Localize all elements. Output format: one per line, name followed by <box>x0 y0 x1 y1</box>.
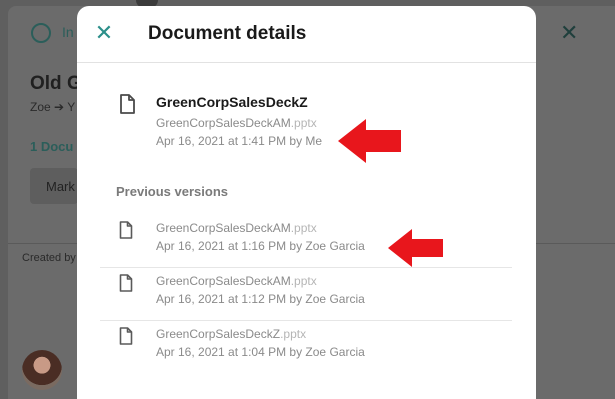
background-docs-link[interactable]: 1 Docu <box>30 139 73 154</box>
file-base: GreenCorpSalesDeckAM <box>156 274 291 288</box>
file-ext: .pptx <box>290 221 317 235</box>
arrow-annotation-icon <box>338 119 401 163</box>
current-document-name: GreenCorpSalesDeckZ <box>156 94 308 110</box>
arrow-annotation-icon <box>388 229 443 267</box>
current-file-name[interactable]: GreenCorpSalesDeckAM.pptx <box>156 116 317 130</box>
breadcrumb-arrow-icon: ➔ <box>54 100 65 114</box>
current-version-meta: Apr 16, 2021 at 1:41 PM by Me <box>156 134 323 148</box>
document-icon <box>119 327 133 345</box>
list-item[interactable]: GreenCorpSalesDeckAM.pptx Apr 16, 2021 a… <box>100 215 512 268</box>
version-meta: Apr 16, 2021 at 1:04 PM by Zoe Garcia <box>156 345 365 359</box>
background-header-label: In <box>62 24 74 40</box>
document-icon <box>119 94 135 114</box>
avatar[interactable] <box>22 350 62 390</box>
background-close-icon[interactable]: ✕ <box>560 20 578 46</box>
document-icon <box>119 221 133 239</box>
file-ext: .pptx <box>280 327 307 341</box>
modal-title: Document details <box>148 23 307 44</box>
status-circle-icon[interactable] <box>31 23 51 43</box>
breadcrumb-to: Y <box>67 100 76 114</box>
list-item[interactable]: GreenCorpSalesDeckZ.pptx Apr 16, 2021 at… <box>100 321 512 374</box>
file-base: GreenCorpSalesDeckAM <box>156 116 291 130</box>
background-mark-button[interactable]: Mark <box>30 168 78 204</box>
file-ext: .pptx <box>290 116 317 130</box>
version-file-name[interactable]: GreenCorpSalesDeckAM.pptx <box>156 221 317 235</box>
file-base: GreenCorpSalesDeckAM <box>156 221 291 235</box>
background-created-by: Created by <box>22 252 76 264</box>
previous-versions-heading: Previous versions <box>116 184 228 199</box>
version-file-name[interactable]: GreenCorpSalesDeckAM.pptx <box>156 274 317 288</box>
background-page-title: Old G <box>30 73 82 94</box>
modal-header: ✕ Document details <box>77 6 536 63</box>
background-breadcrumb: Zoe ➔ Y <box>30 100 75 114</box>
breadcrumb-from: Zoe <box>30 100 51 114</box>
document-icon <box>119 274 133 292</box>
version-file-name[interactable]: GreenCorpSalesDeckZ.pptx <box>156 327 306 341</box>
document-details-modal: ✕ Document details GreenCorpSalesDeckZ G… <box>77 6 536 399</box>
version-meta: Apr 16, 2021 at 1:12 PM by Zoe Garcia <box>156 292 365 306</box>
close-icon[interactable]: ✕ <box>93 22 115 44</box>
version-meta: Apr 16, 2021 at 1:16 PM by Zoe Garcia <box>156 239 365 253</box>
file-base: GreenCorpSalesDeckZ <box>156 327 281 341</box>
file-ext: .pptx <box>290 274 317 288</box>
list-item[interactable]: GreenCorpSalesDeckAM.pptx Apr 16, 2021 a… <box>100 268 512 321</box>
